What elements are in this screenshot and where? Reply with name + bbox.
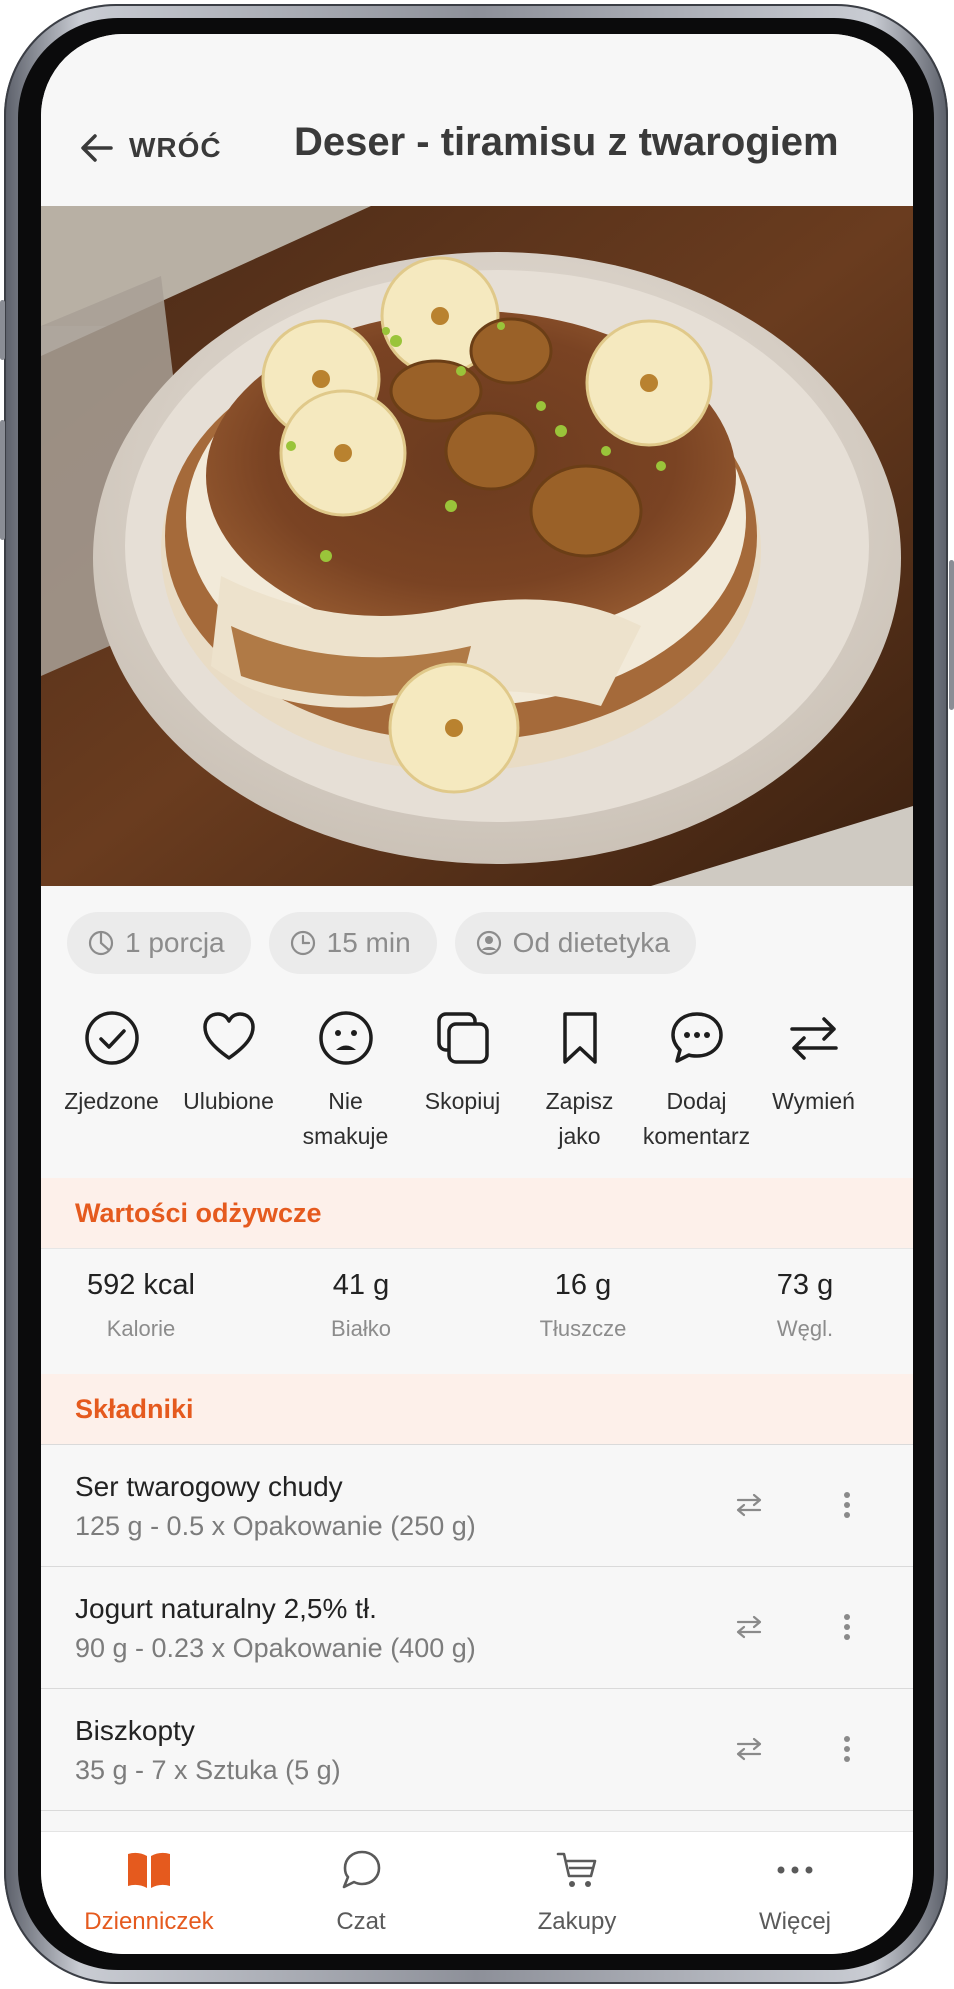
action-swap-button[interactable]: Wymień <box>755 1006 872 1154</box>
nutrient-label: Węgl. <box>776 1316 834 1341</box>
more-vertical-icon <box>844 1736 850 1762</box>
ingredient-name: Ser twarogowy chudy <box>75 1471 343 1502</box>
swap-icon <box>736 1615 762 1639</box>
arrow-left-icon <box>81 134 113 162</box>
bottom-navigation: Dzienniczek Czat Zakupy Więcej <box>41 1831 913 1954</box>
comment-icon <box>665 1006 729 1070</box>
nutrient-carbs: 73 g Węgl. <box>705 1269 905 1342</box>
action-label: Ulubione <box>183 1088 274 1114</box>
phone-power-button <box>949 560 954 710</box>
action-label: Wymień <box>772 1088 855 1114</box>
nutrition-section-header: Wartości odżywcze <box>41 1178 913 1248</box>
ingredient-name: Biszkopty <box>75 1715 195 1746</box>
back-button[interactable]: WRÓĆ <box>77 124 222 172</box>
ingredient-amount: 90 g - 0.23 x Opakowanie (400 g) <box>75 1633 476 1663</box>
section-title: Wartości odżywcze <box>75 1197 322 1228</box>
nav-label: Więcej <box>758 1908 831 1935</box>
sad-face-icon <box>314 1006 378 1070</box>
section-title: Składniki <box>75 1393 194 1424</box>
nutrient-label: Tłuszcze <box>539 1316 627 1341</box>
tiramisu-image <box>41 206 913 886</box>
tag-author: Od dietetyka <box>454 912 696 974</box>
check-circle-icon <box>80 1006 144 1070</box>
phone-volume-button <box>0 420 5 540</box>
phone-side-button <box>0 300 5 360</box>
action-eaten-button[interactable]: Zjedzone <box>53 1006 170 1154</box>
nutrient-value: 41 g <box>332 1269 390 1301</box>
ingredients-section-header: Składniki <box>41 1374 913 1444</box>
clock-icon <box>290 930 315 956</box>
tag-portions: 1 porcja <box>67 912 251 974</box>
app-header: WRÓĆ Deser - tiramisu z twarogiem <box>41 34 913 206</box>
action-copy-button[interactable]: Skopiuj <box>404 1006 521 1154</box>
action-label: Dodaj komentarz <box>642 1088 751 1149</box>
user-circle-icon <box>476 930 501 956</box>
recipe-tags: 1 porcja 15 min Od dietetyka <box>67 912 696 974</box>
page-title: Deser - tiramisu z twarogiem <box>294 120 839 164</box>
action-favorite-button[interactable]: Ulubione <box>170 1006 287 1154</box>
bookmark-icon <box>548 1006 612 1070</box>
nutrient-calories: 592 kcal Kalorie <box>41 1269 241 1342</box>
recipe-photo <box>41 206 913 886</box>
action-save-as-button[interactable]: Zapisz jako <box>521 1006 638 1154</box>
ingredient-more-button[interactable] <box>827 1607 867 1647</box>
recipe-actions: Zjedzone Ulubione Nie smakuje Skopiuj Za… <box>53 1006 903 1154</box>
action-label: Skopiuj <box>424 1088 501 1114</box>
nav-label: Dzienniczek <box>84 1908 214 1935</box>
book-icon <box>125 1846 173 1894</box>
nutrient-value: 73 g <box>776 1269 834 1301</box>
nutrient-value: 16 g <box>554 1269 612 1301</box>
ingredient-name: Jogurt naturalny 2,5% tł. <box>75 1593 377 1624</box>
nav-shopping[interactable]: Zakupy <box>477 1846 677 1936</box>
more-icon <box>771 1846 819 1894</box>
more-vertical-icon <box>844 1614 850 1640</box>
ingredient-swap-button[interactable] <box>729 1607 769 1647</box>
ingredient-more-button[interactable] <box>827 1729 867 1769</box>
ingredient-more-button[interactable] <box>827 1485 867 1525</box>
nutrient-label: Kalorie <box>106 1316 176 1341</box>
tag-label: Od dietetyka <box>512 927 670 958</box>
back-label: WRÓĆ <box>129 132 222 163</box>
swap-icon <box>736 1493 762 1517</box>
tag-label: 1 porcja <box>125 927 225 958</box>
nav-chat[interactable]: Czat <box>261 1846 461 1936</box>
swap-icon <box>736 1737 762 1761</box>
nutrient-protein: 41 g Białko <box>261 1269 461 1342</box>
swap-icon <box>782 1006 846 1070</box>
tag-time: 15 min <box>268 912 437 974</box>
ingredient-row[interactable]: Biszkopty 35 g - 7 x Sztuka (5 g) <box>41 1688 913 1810</box>
cart-icon <box>553 1846 601 1894</box>
tag-label: 15 min <box>326 927 411 958</box>
nav-label: Zakupy <box>537 1908 617 1935</box>
action-label: Nie smakuje <box>302 1088 389 1149</box>
ingredient-row[interactable]: Ser twarogowy chudy 125 g - 0.5 x Opakow… <box>41 1444 913 1566</box>
nav-diary[interactable]: Dzienniczek <box>49 1846 249 1936</box>
nav-more[interactable]: Więcej <box>695 1846 895 1936</box>
heart-icon <box>197 1006 261 1070</box>
copy-icon <box>431 1006 495 1070</box>
nav-label: Czat <box>336 1908 386 1935</box>
nutrient-fat: 16 g Tłuszcze <box>483 1269 683 1342</box>
nutrient-value: 592 kcal <box>86 1269 195 1301</box>
nutrition-values: 592 kcal Kalorie 41 g Białko 16 g Tłuszc… <box>41 1248 913 1375</box>
ingredient-swap-button[interactable] <box>729 1485 769 1525</box>
ingredient-row[interactable]: Jogurt naturalny 2,5% tł. 90 g - 0.23 x … <box>41 1566 913 1688</box>
ingredient-amount: 125 g - 0.5 x Opakowanie (250 g) <box>75 1511 476 1541</box>
chat-icon <box>337 1846 385 1894</box>
pie-icon <box>88 930 114 956</box>
action-comment-button[interactable]: Dodaj komentarz <box>638 1006 755 1154</box>
nutrient-label: Białko <box>331 1316 391 1341</box>
app-screen: WRÓĆ Deser - tiramisu z twarogiem 1 porc… <box>41 34 913 1954</box>
action-label: Zjedzone <box>64 1088 159 1114</box>
more-vertical-icon <box>844 1492 850 1518</box>
ingredient-amount: 35 g - 7 x Sztuka (5 g) <box>75 1755 341 1785</box>
action-label: Zapisz jako <box>545 1088 614 1149</box>
action-dislike-button[interactable]: Nie smakuje <box>287 1006 404 1154</box>
ingredient-swap-button[interactable] <box>729 1729 769 1769</box>
ingredient-row-partial <box>41 1810 913 1831</box>
